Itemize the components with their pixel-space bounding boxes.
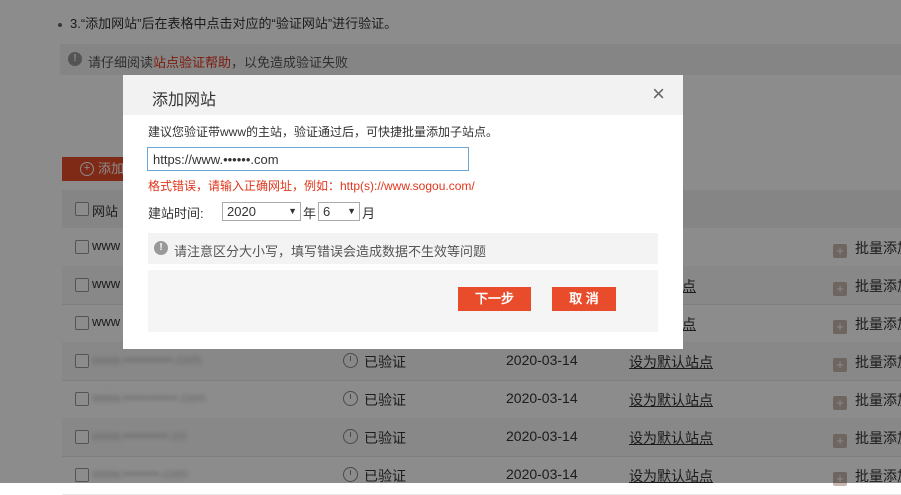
year-value: 2020 bbox=[227, 204, 256, 219]
site-url-input[interactable] bbox=[147, 147, 469, 171]
month-unit: 月 bbox=[362, 206, 376, 221]
info-icon: ! bbox=[154, 241, 168, 255]
dialog-title: 添加网站 bbox=[152, 92, 217, 109]
year-select[interactable]: 2020 ▼ bbox=[222, 202, 301, 221]
build-date-label: 建站时间: bbox=[148, 206, 204, 221]
dropdown-arrow-icon: ▼ bbox=[288, 206, 297, 216]
add-site-dialog: 添加网站 × 建议您验证带www的主站，验证通过后，可快捷批量添加子站点。 格式… bbox=[123, 75, 683, 349]
case-sensitivity-notice: ! 请注意区分大小写，填写错误会造成数据不生效等问题 bbox=[148, 233, 658, 264]
next-step-button[interactable]: 下一步 bbox=[458, 287, 531, 311]
dropdown-arrow-icon: ▼ bbox=[347, 206, 356, 216]
month-select[interactable]: 6 ▼ bbox=[318, 202, 360, 221]
cancel-button[interactable]: 取 消 bbox=[552, 287, 616, 311]
url-error-message: 格式错误，请输入正确网址，例如：http(s)://www.sogou.com/ bbox=[148, 179, 475, 193]
dialog-footer: 下一步 取 消 bbox=[148, 270, 658, 332]
dialog-header: 添加网站 × bbox=[123, 75, 683, 115]
notice-text: 请注意区分大小写，填写错误会造成数据不生效等问题 bbox=[174, 244, 487, 259]
close-icon[interactable]: × bbox=[652, 83, 665, 105]
month-value: 6 bbox=[323, 204, 331, 219]
year-unit: 年 bbox=[303, 206, 317, 221]
dialog-hint: 建议您验证带www的主站，验证通过后，可快捷批量添加子站点。 bbox=[148, 125, 499, 139]
